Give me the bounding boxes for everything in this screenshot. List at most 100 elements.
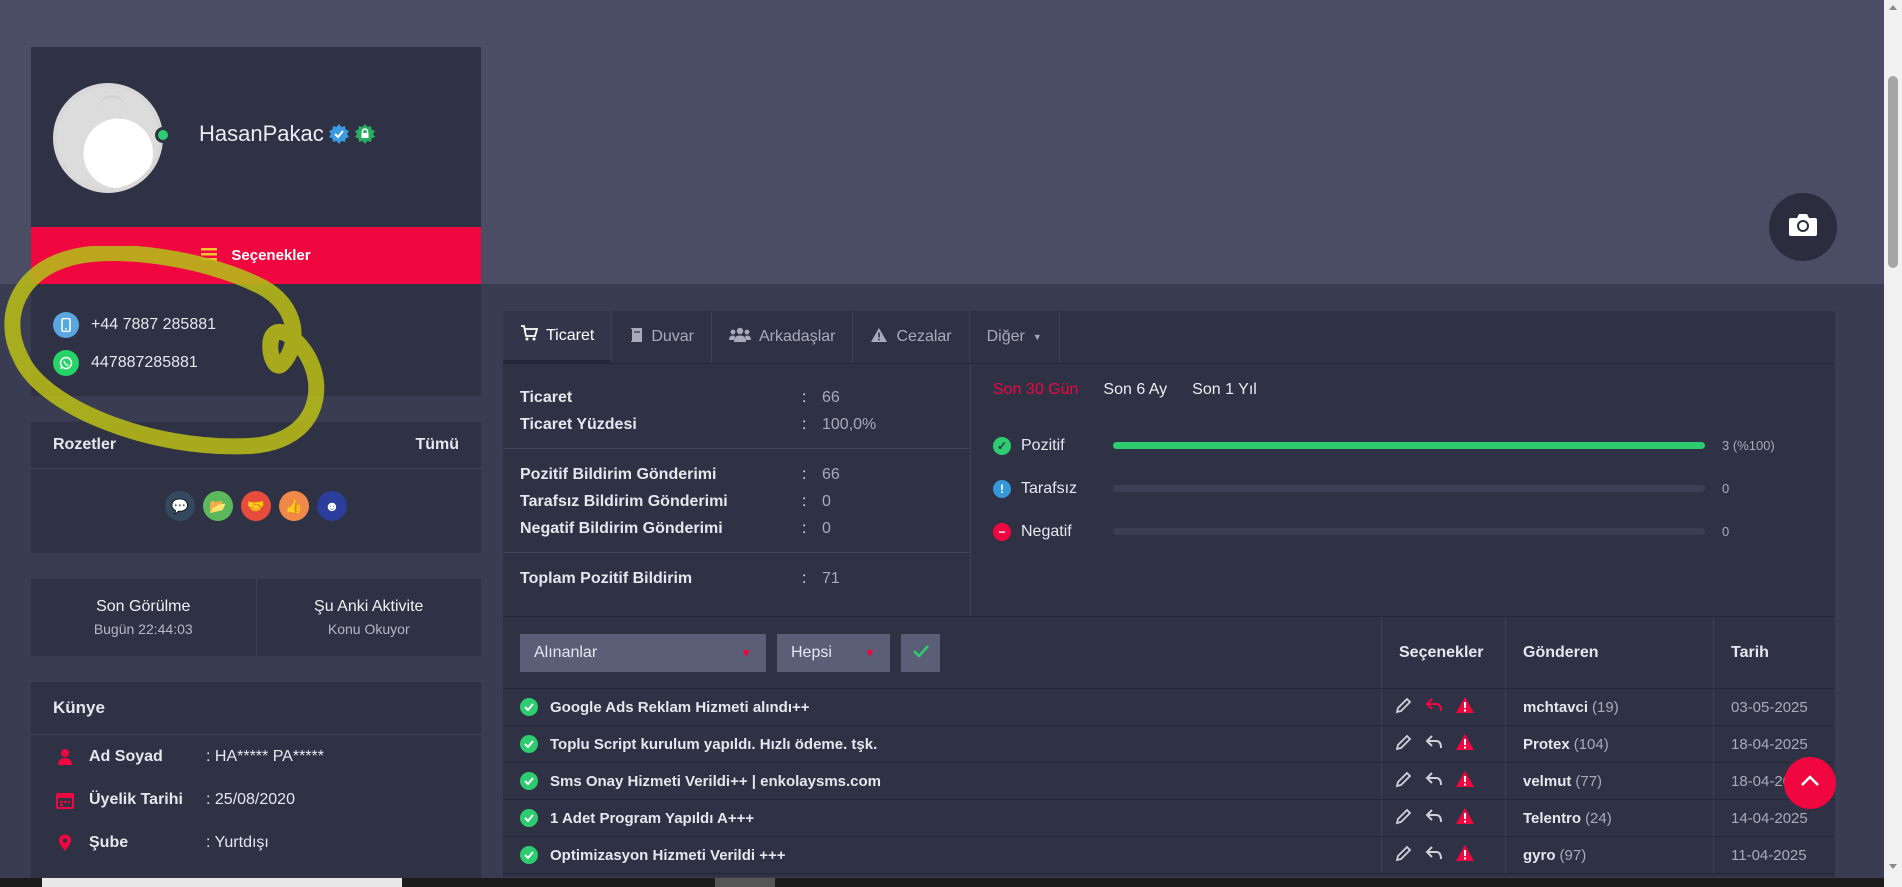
period-30-days[interactable]: Son 30 Gün (993, 381, 1078, 399)
reply-icon[interactable] (1425, 734, 1443, 754)
report-warning-icon[interactable] (1455, 807, 1475, 829)
edit-pencil-icon[interactable] (1395, 696, 1413, 718)
page-scrollbar[interactable] (1884, 0, 1902, 887)
phone-icon (53, 312, 79, 338)
change-cover-button[interactable] (1769, 193, 1837, 261)
whatsapp-icon (53, 350, 79, 376)
report-warning-icon[interactable] (1455, 733, 1475, 755)
smiley-icon[interactable]: ☻ (317, 491, 347, 521)
chat-bubbles-icon[interactable]: 💬 (165, 491, 195, 521)
stat-row: Ticaret:66 (503, 384, 970, 411)
stat-value: 66 (822, 388, 840, 406)
reply-icon[interactable] (1425, 697, 1443, 717)
current-activity-value: Konu Okuyor (327, 621, 410, 637)
avatar[interactable] (53, 83, 163, 193)
direction-select[interactable]: Alınanlar ▼ (520, 633, 766, 672)
sender-name[interactable]: Telentro (1523, 810, 1581, 827)
feedback-label: Pozitif (1021, 436, 1065, 454)
period-6-months[interactable]: Son 6 Ay (1103, 381, 1167, 399)
scrollbar-thumb[interactable] (1888, 76, 1898, 268)
divider (503, 448, 970, 449)
sender-name[interactable]: gyro (1523, 847, 1556, 864)
edit-pencil-icon[interactable] (1395, 807, 1413, 829)
bottom-strip (0, 878, 1884, 887)
edit-pencil-icon[interactable] (1395, 733, 1413, 755)
chevron-up-icon (1800, 774, 1820, 792)
map-pin-icon (53, 834, 77, 852)
sender-count: (19) (1592, 698, 1619, 716)
identity-row-membership: Üyelik Tarihi : 25/08/2020 (31, 778, 481, 821)
scroll-down-arrow-icon[interactable] (1889, 864, 1897, 869)
chevron-down-icon: ▼ (864, 645, 876, 660)
folder-icon[interactable]: 📂 (203, 491, 233, 521)
period-tabs: Son 30 Gün Son 6 Ay Son 1 Yıl (993, 381, 1813, 399)
options-button[interactable]: Seçenekler (31, 227, 481, 284)
tab-duvar[interactable]: Duvar (612, 311, 712, 363)
feedback-row-neutral: ! Tarafsız 0 (993, 467, 1813, 510)
feedback-text: Sms Onay Hizmeti Verildi++ | enkolaysms.… (550, 772, 882, 790)
tab-arkadaslar[interactable]: Arkadaşlar (712, 311, 854, 363)
identity-value: : Yurtdışı (206, 833, 269, 851)
feedback-date: 11-04-2025 (1731, 846, 1807, 864)
identity-value: : HA***** PA***** (206, 747, 324, 765)
sender-name[interactable]: mchtavci (1523, 699, 1588, 716)
chevron-down-icon: ▼ (740, 645, 752, 660)
feedback-text: 1 Adet Program Yapıldı A+++ (550, 809, 755, 827)
feedback-value: 0 (1722, 524, 1730, 539)
sender-name[interactable]: Protex (1523, 736, 1570, 753)
phone-row[interactable]: +44 7887 285881 (53, 306, 459, 344)
verified-badge-icon (328, 123, 350, 145)
identity-label: Üyelik Tarihi (89, 790, 183, 808)
date-column-header: Tarih (1731, 643, 1769, 661)
badges-title: Rozetler (53, 436, 117, 453)
sender-name[interactable]: velmut (1523, 773, 1571, 790)
sender-count: (24) (1585, 809, 1612, 827)
reply-icon[interactable] (1425, 845, 1443, 865)
feedback-row-positive: ✓ Pozitif 3 (%100) (993, 424, 1813, 467)
profile-username: HasanPakac (199, 121, 376, 147)
feedback-filters: Alınanlar ▼ Hepsi ▼ (503, 617, 1382, 688)
book-icon (629, 327, 643, 348)
edit-pencil-icon[interactable] (1395, 844, 1413, 866)
type-select[interactable]: Hepsi ▼ (777, 633, 890, 672)
stat-colon: : (802, 569, 807, 587)
reply-icon[interactable] (1425, 771, 1443, 791)
reply-icon[interactable] (1425, 808, 1443, 828)
calendar-icon (53, 791, 77, 809)
stat-value: 100,0% (822, 415, 877, 433)
stat-row: Toplam Pozitif Bildirim:71 (503, 565, 970, 592)
profile-sidebar: HasanPakac Seçenekler +44 7887 285881 44… (31, 47, 481, 887)
scroll-to-top-button[interactable] (1784, 757, 1836, 809)
warning-icon (870, 327, 888, 348)
tab-cezalar[interactable]: Cezalar (853, 311, 970, 363)
check-circle-icon (520, 772, 538, 790)
trade-stats: Ticaret:66 Ticaret Yüzdesi:100,0% Poziti… (503, 364, 1835, 617)
report-warning-icon[interactable] (1455, 844, 1475, 866)
feedback-date: 03-05-2025 (1731, 698, 1808, 716)
apply-filter-button[interactable] (901, 633, 940, 672)
feedback-date: 18-04-2025 (1731, 735, 1808, 753)
online-status-dot (155, 127, 171, 143)
tab-diger[interactable]: Diğer ▼ (970, 311, 1060, 363)
thumbs-up-icon[interactable]: 👍 (279, 491, 309, 521)
tab-ticaret[interactable]: Ticaret (503, 311, 613, 363)
handshake-icon[interactable]: 🤝 (241, 491, 271, 521)
period-1-year[interactable]: Son 1 Yıl (1192, 381, 1257, 399)
badges-all-link[interactable]: Tümü (415, 436, 459, 454)
edit-pencil-icon[interactable] (1395, 770, 1413, 792)
divider (503, 552, 970, 553)
stat-label: Ticaret (520, 388, 573, 406)
activity-card: Son Görülme Bugün 22:44:03 Şu Anki Aktiv… (31, 579, 481, 656)
stat-colon: : (802, 415, 807, 433)
whatsapp-row[interactable]: 447887285881 (53, 344, 459, 382)
report-warning-icon[interactable] (1455, 770, 1475, 792)
report-warning-icon[interactable] (1455, 696, 1475, 718)
select-value: Hepsi (791, 643, 832, 661)
options-label: Seçenekler (231, 247, 311, 264)
stat-colon: : (802, 388, 807, 406)
caret-down-icon: ▼ (1032, 332, 1042, 342)
camera-icon (1788, 212, 1818, 243)
feedback-text: Optimizasyon Hizmeti Verildi +++ (550, 846, 786, 864)
scroll-up-arrow-icon[interactable] (1889, 5, 1897, 10)
stat-label: Ticaret Yüzdesi (520, 415, 637, 433)
